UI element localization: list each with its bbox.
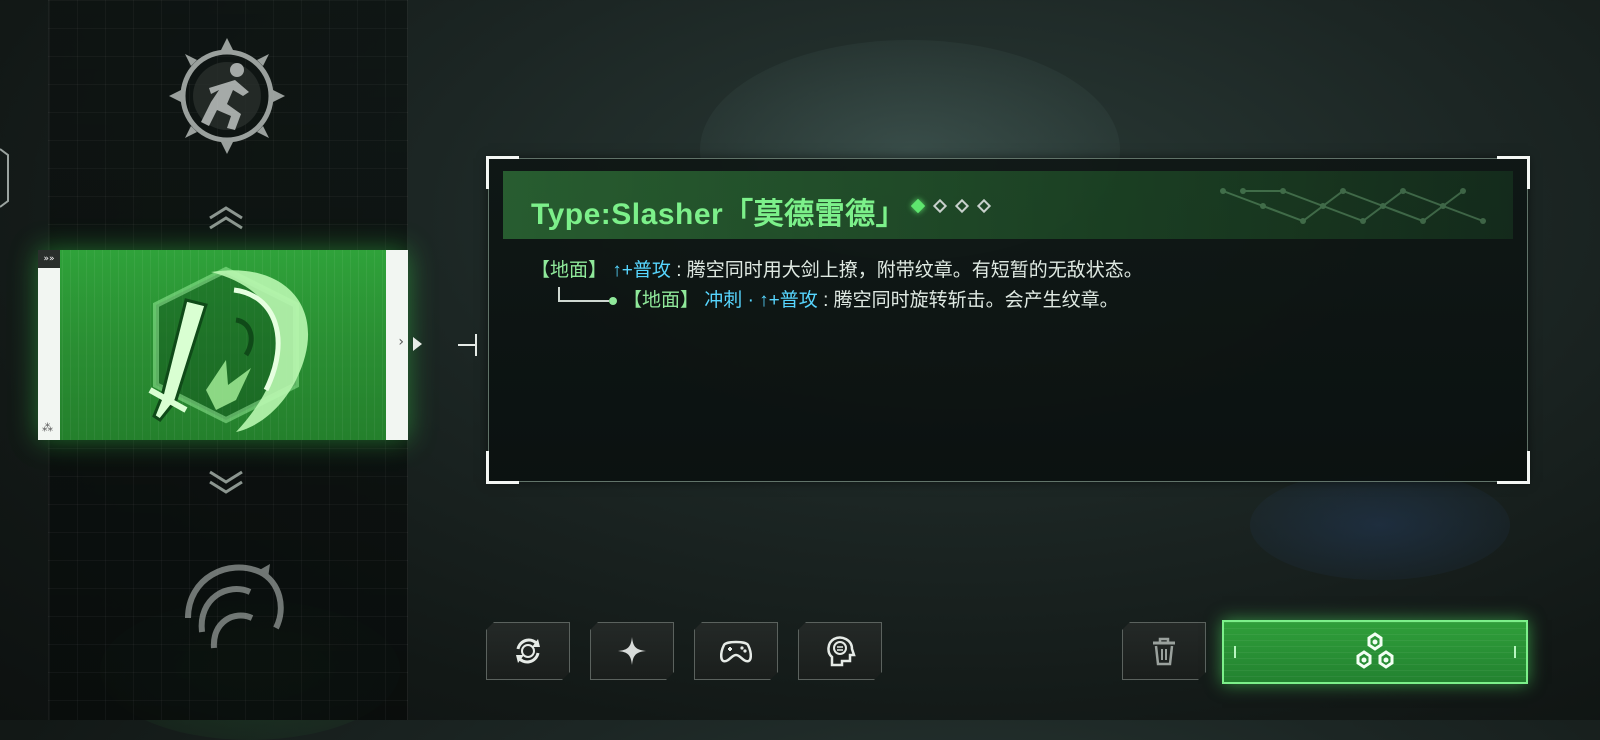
- sword-slash-emblem-icon: [148, 266, 309, 432]
- edge-hexagon-icon: [0, 148, 9, 208]
- skill-info-panel: Type:Slasher「莫德雷德」 【地面】 ↑+普攻 : 腾空同时用大剑上撩…: [486, 156, 1530, 484]
- input-command: ↑+普攻: [612, 260, 671, 281]
- input-condition: 【地面】: [623, 290, 700, 311]
- scroll-up-chevron-icon[interactable]: [204, 204, 248, 232]
- effects-button[interactable]: [590, 622, 674, 680]
- controls-button[interactable]: [694, 622, 778, 680]
- connector-tick-icon: [458, 334, 477, 356]
- tips-button[interactable]: [798, 622, 882, 680]
- swirl-blade-icon[interactable]: [168, 548, 292, 660]
- skill-rank-indicator: [910, 196, 992, 216]
- skill-header: Type:Slasher「莫德雷德」: [503, 171, 1513, 239]
- rank-pip-empty-icon: [954, 198, 970, 214]
- background-glow: [1250, 470, 1510, 580]
- card-corner-tag: »»: [38, 250, 60, 268]
- rank-pip-empty-icon: [976, 198, 992, 214]
- skill-description-line: 【地面】 ↑+普攻 : 腾空同时用大剑上撩，附带纹章。有短暂的无敌状态。: [531, 259, 1143, 283]
- tree-branch-icon: [558, 287, 617, 305]
- reset-button[interactable]: [486, 622, 570, 680]
- separator: :: [676, 260, 682, 281]
- equip-button[interactable]: [1222, 620, 1528, 684]
- input-condition: 【地面】: [531, 260, 608, 281]
- effect-text: 腾空同时旋转斩击。会产生纹章。: [833, 290, 1119, 311]
- gamepad-icon: [718, 633, 754, 669]
- sparkle-icon: [614, 633, 650, 669]
- selection-pointer-icon: [413, 337, 422, 351]
- scroll-down-chevron-icon[interactable]: [204, 468, 248, 496]
- card-right-strip: [386, 250, 408, 440]
- input-command: 冲刺 · ↑+普攻: [704, 290, 818, 311]
- card-chip-icon: ⁂: [42, 421, 53, 434]
- circuit-pattern-icon: [1220, 188, 1486, 224]
- equip-chip-icon: [1356, 632, 1394, 669]
- panel-corner: [486, 451, 519, 484]
- tips-head-icon: [822, 633, 858, 669]
- rank-pip-empty-icon: [932, 198, 948, 214]
- reset-icon: [510, 633, 546, 669]
- button-notch: [1234, 646, 1236, 658]
- effect-text: 腾空同时用大剑上撩，附带纹章。有短暂的无敌状态。: [686, 260, 1143, 281]
- rank-pip-filled-icon: [910, 198, 926, 214]
- skill-title: Type:Slasher「莫德雷德」: [531, 198, 907, 231]
- card-left-strip: [38, 250, 60, 440]
- skill-description-line: 【地面】 冲刺 · ↑+普攻 : 腾空同时旋转斩击。会产生纹章。: [623, 289, 1119, 313]
- button-notch: [1514, 646, 1516, 658]
- card-expand-arrow-icon[interactable]: ›: [398, 334, 404, 350]
- trash-icon: [1146, 633, 1182, 669]
- separator: :: [823, 290, 829, 311]
- delete-button[interactable]: [1122, 622, 1206, 680]
- sprinting-figure-gear-icon[interactable]: [165, 34, 289, 158]
- selected-skill-card[interactable]: »» ⁂ ›: [38, 250, 408, 440]
- panel-corner: [1497, 451, 1530, 484]
